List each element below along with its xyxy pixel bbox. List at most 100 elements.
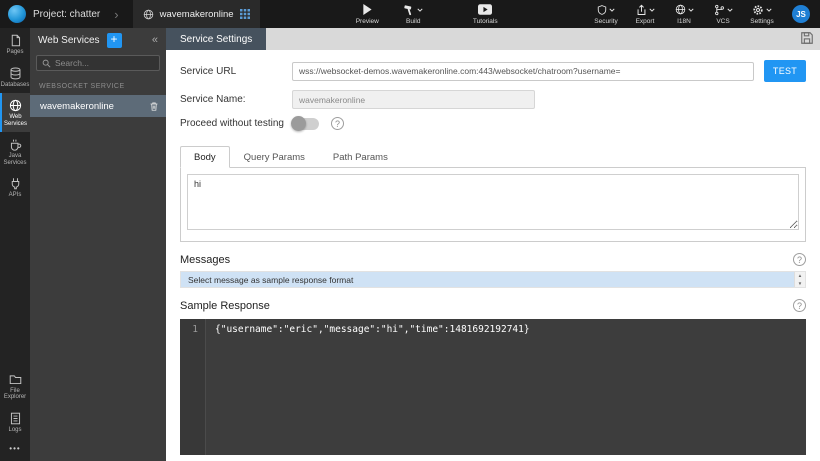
security-label: Security bbox=[594, 17, 618, 25]
preview-button[interactable]: Preview bbox=[354, 4, 380, 25]
sidebar-item-apis[interactable]: APIs bbox=[0, 171, 30, 204]
tab-path-params[interactable]: Path Params bbox=[319, 146, 402, 168]
add-service-button[interactable]: + bbox=[106, 32, 122, 48]
tutorials-button[interactable]: Tutorials bbox=[472, 4, 498, 25]
security-button[interactable]: Security bbox=[593, 4, 619, 25]
service-name-label: Service Name: bbox=[180, 94, 246, 105]
chevron-down-icon bbox=[726, 8, 733, 12]
sidebar-item-label: Databases bbox=[0, 81, 30, 88]
web-services-panel: Web Services + « WEBSOCKET SERVICE wavem… bbox=[30, 28, 166, 461]
tab-query-params[interactable]: Query Params bbox=[230, 146, 319, 168]
plug-icon bbox=[11, 178, 19, 190]
service-url-input[interactable] bbox=[292, 61, 754, 81]
topbar-left: Project: chatter › wavemakeronline bbox=[0, 0, 260, 28]
proceed-help-icon[interactable]: ? bbox=[331, 117, 344, 130]
globe-icon bbox=[675, 4, 685, 15]
globe-icon bbox=[9, 99, 22, 112]
messages-help-icon[interactable]: ? bbox=[793, 253, 806, 266]
search-input[interactable] bbox=[55, 58, 154, 68]
topbar-right: Security Export I18N VCS Settings JS bbox=[593, 0, 810, 28]
export-label: Export bbox=[635, 17, 655, 25]
sidebar-item-label: File Explorer bbox=[3, 387, 27, 401]
export-icon bbox=[637, 4, 645, 15]
i18n-label: I18N bbox=[677, 17, 691, 25]
chevron-down-icon bbox=[766, 8, 772, 12]
sample-response-help-icon[interactable]: ? bbox=[793, 299, 806, 312]
main-area: Service Settings Service URL TEST Servic… bbox=[166, 28, 820, 461]
save-icon[interactable] bbox=[800, 31, 814, 45]
proceed-label: Proceed without testing bbox=[180, 118, 284, 129]
ide-body: Pages Databases Web Services Java Servic… bbox=[0, 28, 820, 461]
websocket-section-label: WEBSOCKET SERVICE bbox=[39, 83, 125, 90]
sample-response-editor[interactable]: 1 {"username":"eric","message":"hi","tim… bbox=[180, 319, 806, 455]
gear-icon bbox=[753, 4, 763, 15]
export-button[interactable]: Export bbox=[632, 4, 658, 25]
settings-button[interactable]: Settings bbox=[749, 4, 775, 25]
toggle-knob bbox=[291, 115, 306, 131]
service-list-item[interactable]: wavemakeronline bbox=[30, 95, 166, 117]
service-name-row: Service Name: bbox=[180, 90, 806, 109]
main-tabbar: Service Settings bbox=[166, 28, 820, 50]
proceed-toggle[interactable] bbox=[291, 115, 319, 131]
scroll-down-icon[interactable]: ▼ bbox=[798, 281, 802, 286]
service-url-row: Service URL TEST bbox=[180, 60, 806, 82]
sidebar-item-file-explorer[interactable]: File Explorer bbox=[0, 367, 30, 406]
play-icon bbox=[363, 4, 372, 15]
page-icon bbox=[11, 34, 20, 47]
sidebar-item-label: Java Services bbox=[3, 153, 27, 166]
sidebar-item-web-services[interactable]: Web Services bbox=[0, 93, 30, 132]
sidebar-item-label: APIs bbox=[8, 192, 22, 198]
build-button[interactable]: Build bbox=[400, 4, 426, 25]
grid-menu-icon[interactable] bbox=[239, 9, 250, 19]
tutorials-label: Tutorials bbox=[472, 17, 498, 25]
settings-label: Settings bbox=[750, 17, 774, 25]
sidebar-item-java-services[interactable]: Java Services bbox=[0, 132, 30, 171]
service-search[interactable] bbox=[36, 55, 160, 71]
video-icon bbox=[478, 4, 493, 15]
test-button[interactable]: TEST bbox=[764, 60, 806, 82]
messages-title: Messages bbox=[180, 253, 231, 266]
folder-icon bbox=[9, 374, 21, 384]
sidebar-item-databases[interactable]: Databases bbox=[0, 61, 30, 94]
topbar: Project: chatter › wavemakeronline Previ… bbox=[0, 0, 820, 28]
shield-icon bbox=[597, 4, 607, 15]
sidebar-item-label: Pages bbox=[6, 49, 24, 55]
line-number-gutter: 1 bbox=[180, 319, 206, 455]
sample-response-title: Sample Response bbox=[180, 299, 270, 312]
sidebar-item-pages[interactable]: Pages bbox=[0, 28, 30, 61]
code-content[interactable]: {"username":"eric","message":"hi","time"… bbox=[206, 319, 806, 455]
database-icon bbox=[10, 66, 20, 79]
topbar-center: Preview Build Tutorials bbox=[260, 0, 593, 28]
messages-scrollbar[interactable]: ▲ ▼ bbox=[794, 272, 805, 287]
service-tab[interactable]: wavemakeronline bbox=[132, 0, 260, 28]
vcs-button[interactable]: VCS bbox=[710, 4, 736, 25]
chevron-down-icon bbox=[687, 8, 694, 12]
sidebar-item-logs[interactable]: Logs bbox=[0, 406, 30, 439]
scroll-up-icon[interactable]: ▲ bbox=[798, 273, 802, 278]
proceed-row: Proceed without testing ? bbox=[180, 115, 806, 131]
chevron-down-icon bbox=[609, 8, 615, 12]
vcs-label: VCS bbox=[716, 17, 730, 25]
chevron-right-icon: › bbox=[114, 6, 119, 22]
log-file-icon bbox=[10, 412, 20, 424]
tab-service-settings[interactable]: Service Settings bbox=[166, 28, 267, 50]
build-label: Build bbox=[406, 17, 421, 25]
sample-response-header: Sample Response ? bbox=[180, 299, 806, 312]
chevron-down-icon bbox=[648, 8, 655, 12]
delete-service-icon[interactable] bbox=[149, 101, 159, 112]
i18n-button[interactable]: I18N bbox=[671, 4, 697, 25]
messages-list: Select message as sample response format… bbox=[180, 271, 806, 288]
chevron-down-icon bbox=[417, 8, 423, 12]
more-options-icon[interactable]: ••• bbox=[9, 438, 20, 461]
sidebar-item-label: Logs bbox=[8, 426, 22, 433]
wavemaker-logo-icon[interactable] bbox=[8, 5, 26, 23]
panel-header: Web Services + « bbox=[30, 28, 166, 52]
wavemaker-ide: Project: chatter › wavemakeronline Previ… bbox=[0, 0, 820, 461]
search-icon bbox=[42, 59, 51, 67]
message-body-textarea[interactable]: hi bbox=[187, 174, 799, 230]
message-list-item[interactable]: Select message as sample response format bbox=[181, 272, 794, 287]
tab-body[interactable]: Body bbox=[180, 146, 230, 168]
user-avatar[interactable]: JS bbox=[792, 5, 810, 23]
collapse-panel-button[interactable]: « bbox=[148, 34, 162, 46]
param-tabs: Body Query Params Path Params bbox=[180, 146, 806, 168]
